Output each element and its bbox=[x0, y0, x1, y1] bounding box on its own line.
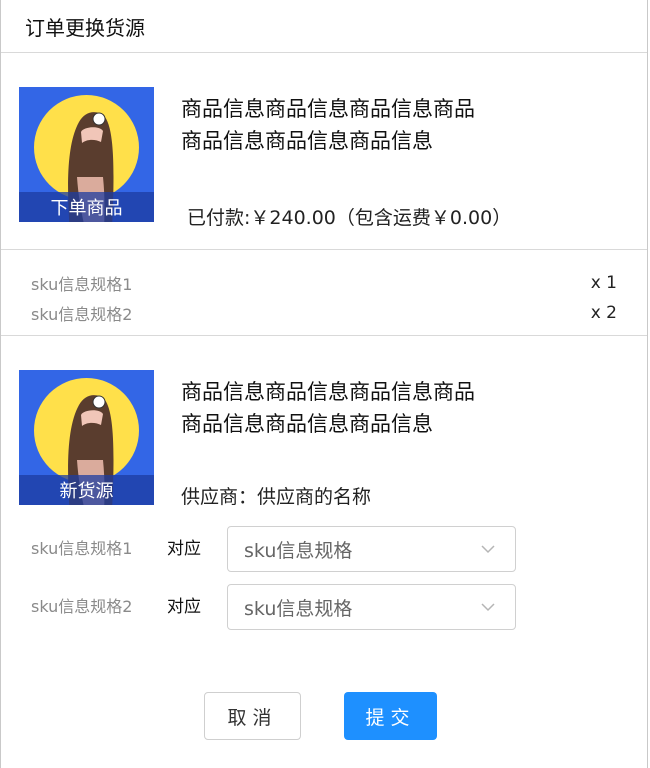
sku-row: sku信息规格2 x 2 bbox=[31, 298, 617, 328]
submit-button[interactable]: 提交 bbox=[344, 692, 437, 740]
mapping-spec: sku信息规格1 bbox=[31, 539, 133, 558]
new-source-title: 商品信息商品信息商品信息商品 商品信息商品信息商品信息 bbox=[181, 376, 541, 440]
mapping-corr-label: 对应 bbox=[167, 597, 201, 617]
chevron-down-icon bbox=[481, 545, 495, 554]
dialog-title: 订单更换货源 bbox=[25, 15, 145, 40]
chevron-down-icon bbox=[481, 603, 495, 612]
select-value: sku信息规格 bbox=[244, 539, 353, 562]
title-line-2: 商品信息商品信息商品信息 bbox=[181, 412, 433, 436]
sku-row: sku信息规格1 x 1 bbox=[31, 268, 617, 298]
new-source-image[interactable]: 新货源 bbox=[19, 370, 154, 505]
sku-spec: sku信息规格2 bbox=[31, 305, 133, 324]
new-source-section: 新货源 商品信息商品信息商品信息商品 商品信息商品信息商品信息 供应商：供应商的… bbox=[1, 336, 647, 526]
cancel-button[interactable]: 取消 bbox=[204, 692, 301, 740]
order-product-title: 商品信息商品信息商品信息商品 商品信息商品信息商品信息 bbox=[181, 93, 541, 157]
mapping-spec: sku信息规格2 bbox=[31, 597, 133, 616]
order-product-image[interactable]: 下单商品 bbox=[19, 87, 154, 222]
sku-list: sku信息规格1 x 1 sku信息规格2 x 2 bbox=[1, 250, 647, 336]
title-line-1: 商品信息商品信息商品信息商品 bbox=[181, 380, 475, 404]
supplier-name: 供应商：供应商的名称 bbox=[181, 486, 372, 508]
order-product-section: 下单商品 商品信息商品信息商品信息商品 商品信息商品信息商品信息 已付款:￥24… bbox=[1, 53, 647, 250]
dialog-footer: 取消 提交 bbox=[1, 692, 647, 740]
image-caption: 新货源 bbox=[19, 475, 154, 505]
image-caption: 下单商品 bbox=[19, 192, 154, 222]
paid-amount: 已付款:￥240.00（包含运费￥0.00） bbox=[187, 207, 512, 229]
mapping-corr-label: 对应 bbox=[167, 539, 201, 559]
sku-spec: sku信息规格1 bbox=[31, 275, 133, 294]
sku-spec-select[interactable]: sku信息规格 bbox=[227, 584, 516, 630]
title-line-2: 商品信息商品信息商品信息 bbox=[181, 129, 433, 153]
title-line-1: 商品信息商品信息商品信息商品 bbox=[181, 97, 475, 121]
sku-spec-select[interactable]: sku信息规格 bbox=[227, 526, 516, 572]
mapping-row: sku信息规格2 对应 sku信息规格 bbox=[1, 584, 647, 642]
sku-quantity: x 1 bbox=[590, 273, 617, 293]
mapping-row: sku信息规格1 对应 sku信息规格 bbox=[1, 526, 647, 584]
change-source-dialog: 订单更换货源 下单商品 商品信息商品信息商品信息商品 商品信息商品信息商品信息 … bbox=[0, 0, 648, 768]
dialog-header: 订单更换货源 bbox=[1, 0, 647, 53]
sku-mapping: sku信息规格1 对应 sku信息规格 sku信息规格2 对应 sku信息规格 bbox=[1, 526, 647, 642]
sku-quantity: x 2 bbox=[590, 303, 617, 323]
select-value: sku信息规格 bbox=[244, 597, 353, 620]
